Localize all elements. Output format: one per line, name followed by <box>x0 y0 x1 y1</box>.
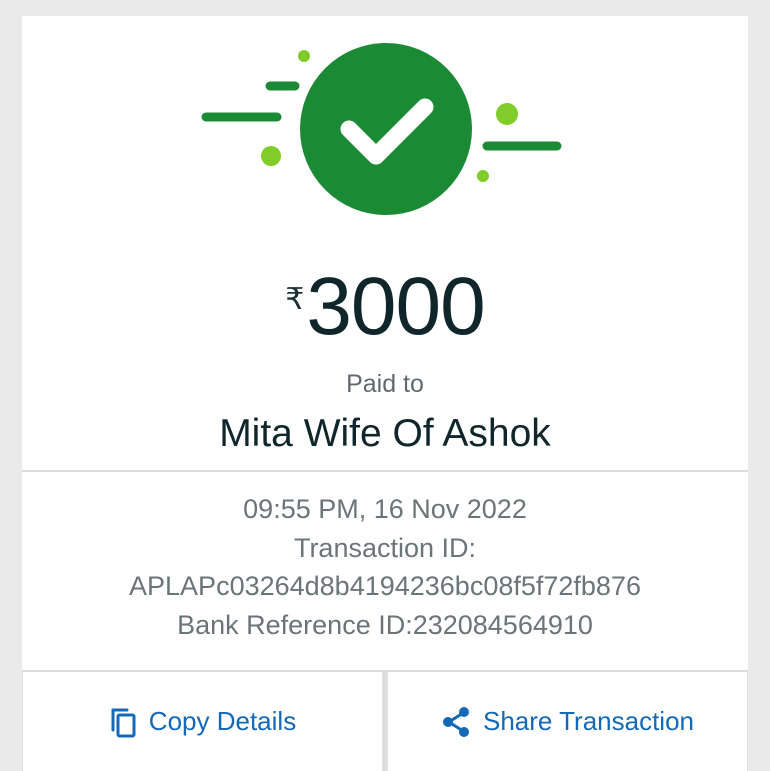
copy-details-label: Copy Details <box>148 706 297 736</box>
payment-summary: ₹ 3000 Paid to Mita Wife Of Ashok <box>22 16 748 470</box>
dot-left <box>261 146 281 166</box>
currency-symbol: ₹ <box>285 282 305 317</box>
share-icon <box>441 706 471 738</box>
success-graphic <box>22 16 748 256</box>
dot-right <box>496 103 518 125</box>
copy-icon <box>109 706 137 738</box>
transaction-id-label: Transaction ID: <box>293 532 477 563</box>
payee-name: Mita Wife Of Ashok <box>219 412 551 455</box>
transaction-id: APLAPc03264d8b4194236bc08f5f72fb876 <box>129 571 641 601</box>
amount-display: ₹ 3000 <box>22 264 748 354</box>
dot-bottom-right <box>477 170 489 182</box>
payment-amount: 3000 <box>306 261 485 352</box>
copy-details-button[interactable]: Copy Details <box>22 672 383 771</box>
divider <box>22 470 748 472</box>
bank-reference-id: Bank Reference ID:232084564910 <box>177 609 593 640</box>
paid-to-label: Paid to <box>346 370 424 398</box>
share-transaction-button[interactable]: Share Transaction <box>387 672 748 771</box>
share-transaction-label: Share Transaction <box>482 706 694 736</box>
action-bar: Copy Details Share Transaction <box>22 672 748 771</box>
transaction-receipt-card: ₹ 3000 Paid to Mita Wife Of Ashok 09:55 … <box>22 16 748 771</box>
check-circle-icon <box>300 43 472 215</box>
transaction-datetime: 09:55 PM, 16 Nov 2022 <box>243 494 527 524</box>
transaction-details: 09:55 PM, 16 Nov 2022 Transaction ID: AP… <box>22 490 748 644</box>
dot-top-left <box>298 50 310 62</box>
